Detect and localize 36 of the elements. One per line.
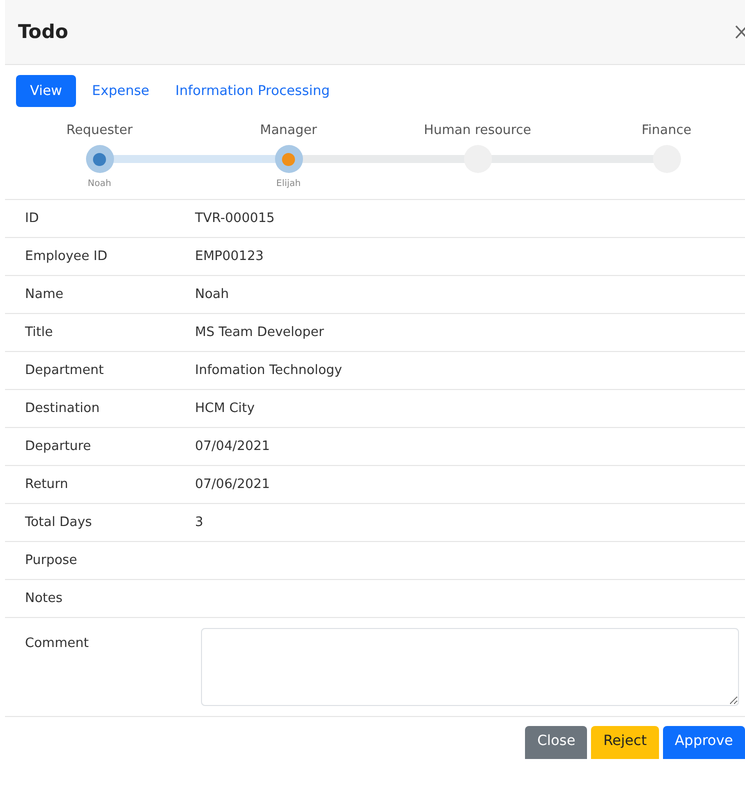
step-label: Human resource (424, 123, 532, 140)
action-button[interactable]: Approve (662, 726, 745, 759)
tab[interactable]: View (16, 75, 76, 107)
field-value: TVR-000015 (195, 211, 275, 226)
field-value: 3 (195, 515, 204, 530)
field-label: Department (25, 363, 105, 378)
field-label: Employee ID (25, 249, 108, 264)
field-label: Comment (25, 635, 90, 651)
field-value: EMP00123 (195, 249, 264, 264)
comment-field[interactable] (201, 628, 739, 706)
field-value: 07/06/2021 (195, 477, 270, 492)
field-label: Destination (25, 401, 101, 416)
step-label: Manager (260, 123, 317, 140)
field-label: ID (25, 211, 40, 226)
field-value: Noah (195, 287, 229, 302)
field-label: Return (25, 477, 70, 492)
window-title: Todo (18, 21, 68, 43)
step-person: Elijah (276, 179, 301, 191)
tab[interactable]: Expense (82, 75, 160, 107)
close-icon[interactable] (735, 24, 745, 40)
field-value: 07/04/2021 (195, 439, 270, 454)
step-person: Noah (88, 179, 112, 191)
field-value: MS Team Developer (195, 325, 324, 340)
field-label: Title (25, 325, 54, 340)
tab[interactable]: Information Processing (165, 75, 340, 107)
step-label: Requester (66, 123, 133, 140)
field-label: Total Days (25, 515, 93, 530)
step-label: Finance (642, 123, 692, 140)
field-value: Infomation Technology (195, 363, 342, 378)
field-value: HCM City (195, 401, 255, 416)
action-button[interactable]: Reject (591, 726, 659, 759)
field-label: Departure (25, 439, 92, 454)
field-label: Notes (25, 591, 64, 606)
field-label: Purpose (25, 553, 78, 568)
field-label: Name (25, 287, 64, 302)
action-button[interactable]: Close (525, 726, 588, 759)
